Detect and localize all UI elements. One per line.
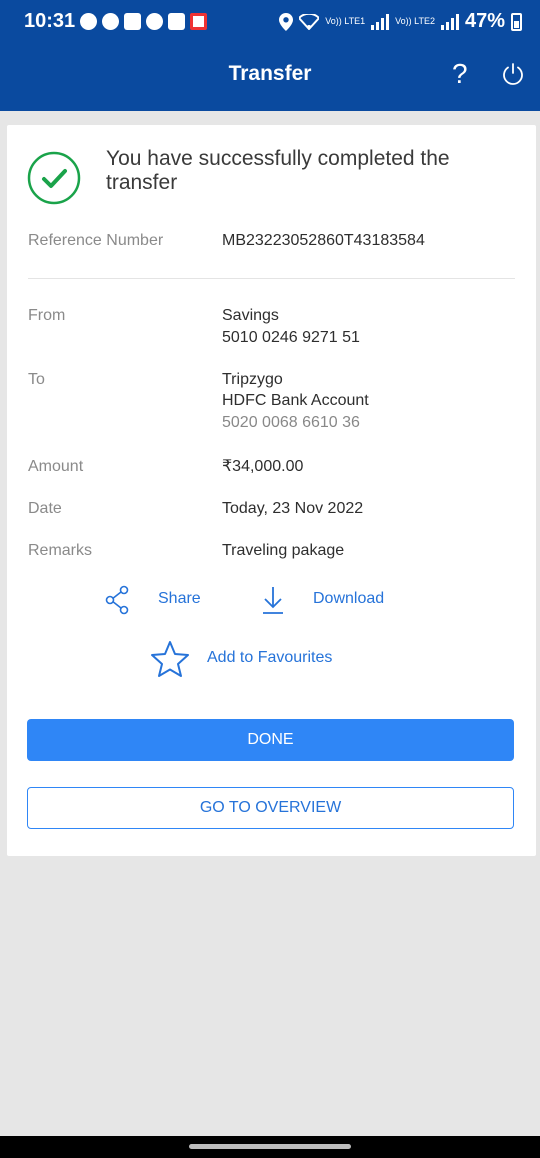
share-icon[interactable] (105, 585, 131, 615)
signal-2-icon (440, 13, 459, 30)
power-icon[interactable] (501, 62, 525, 86)
amount-label: Amount (28, 458, 84, 475)
to-label: To (28, 371, 45, 388)
to-name: Tripzygo (222, 371, 283, 388)
download-icon[interactable] (261, 585, 285, 615)
facebook-icon (146, 13, 163, 30)
add-to-favourites-button[interactable]: Add to Favourites (207, 649, 332, 667)
snapchat-icon (80, 13, 97, 30)
status-bar: 10:31 Vo)) LTE1 Vo)) LTE2 47% (0, 0, 540, 46)
date-value: Today, 23 Nov 2022 (222, 500, 364, 517)
bank-app-icon (190, 13, 207, 30)
system-indicators: Vo)) LTE1 Vo)) LTE2 47% (279, 10, 522, 33)
network-1-label: Vo)) LTE1 (325, 16, 366, 26)
location-icon (279, 12, 294, 31)
from-label: From (28, 307, 66, 324)
signal-1-icon (371, 13, 390, 30)
download-button[interactable]: Download (313, 590, 384, 608)
snapchat-icon (102, 13, 119, 30)
to-account-number: 5020 0068 6610 36 (222, 414, 360, 431)
amount-value: ₹34,000.00 (222, 458, 304, 475)
wifi-icon (299, 13, 320, 30)
reference-value: MB23223052860T43183584 (222, 232, 425, 249)
transfer-summary-card: You have successfully completed the tran… (7, 125, 536, 856)
to-bank: HDFC Bank Account (222, 392, 369, 409)
system-navigation-bar (0, 1136, 540, 1158)
check-circle-icon (27, 151, 81, 205)
star-icon[interactable] (150, 640, 190, 678)
network-2-label: Vo)) LTE2 (395, 16, 435, 26)
share-button[interactable]: Share (158, 590, 201, 608)
document-icon (168, 13, 185, 30)
instagram-icon (124, 13, 141, 30)
go-to-overview-button[interactable]: GO TO OVERVIEW (27, 787, 514, 829)
success-message: You have successfully completed the tran… (106, 147, 450, 194)
app-header: 10:31 Vo)) LTE1 Vo)) LTE2 47% Transfer ? (0, 0, 540, 111)
remarks-label: Remarks (28, 542, 93, 559)
done-button[interactable]: DONE (27, 719, 514, 761)
notification-icons (80, 13, 207, 30)
reference-label: Reference Number (28, 232, 164, 249)
battery-percentage: 47% (464, 10, 505, 32)
remarks-value: Traveling pakage (222, 542, 345, 559)
status-time: 10:31 (24, 10, 76, 32)
from-account-name: Savings (222, 307, 279, 324)
from-account-number: 5010 0246 9271 51 (222, 329, 360, 346)
battery-icon (511, 12, 522, 31)
home-gesture-handle[interactable] (189, 1144, 351, 1149)
help-icon[interactable]: ? (452, 58, 468, 90)
divider (28, 278, 515, 279)
date-label: Date (28, 500, 62, 517)
